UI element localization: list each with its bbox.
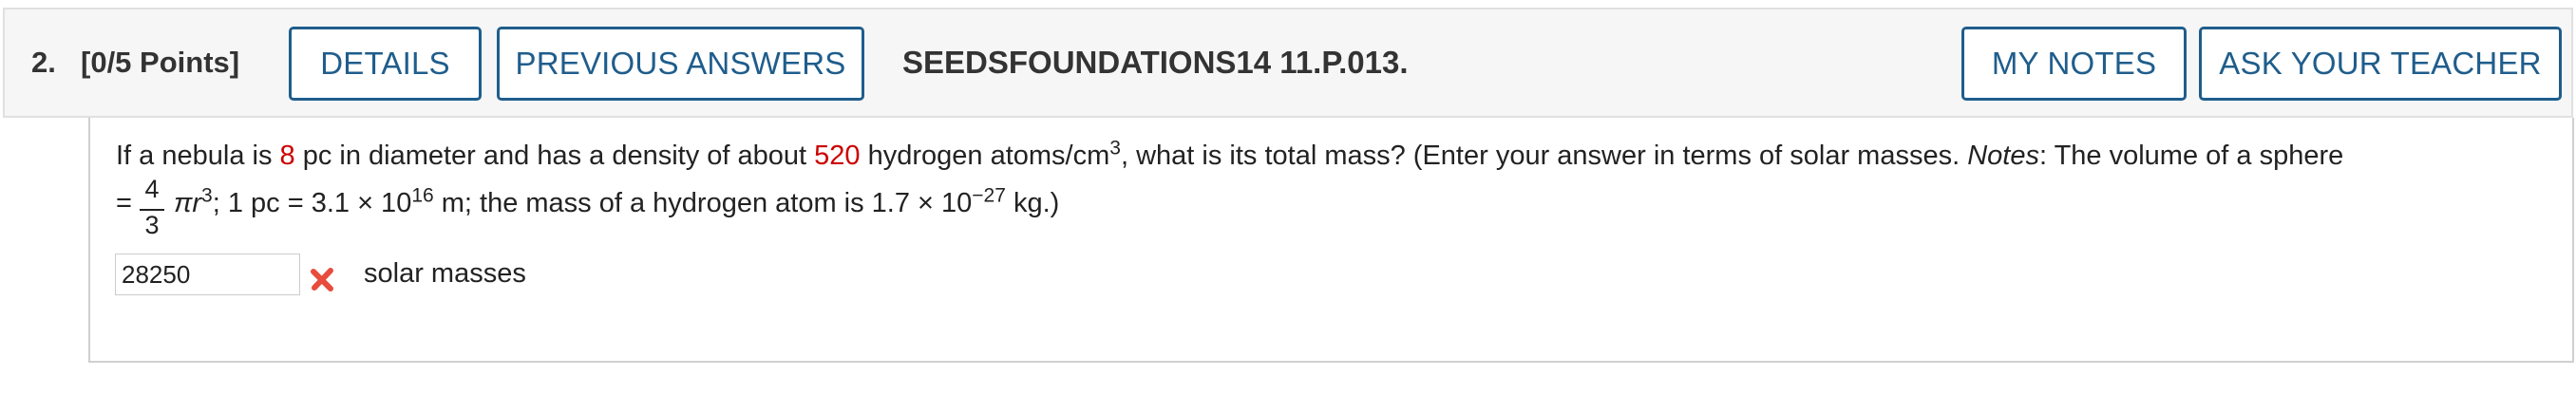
sphere-formula: πr [173, 188, 202, 218]
question-number: 2. [31, 46, 56, 79]
question-text-line-1: If a nebula is 8 pc in diameter and has … [116, 137, 2344, 171]
density-value: 520 [814, 141, 861, 171]
notes-label: Notes [1967, 141, 2039, 171]
question-code: SEEDSFOUNDATIONS14 11.P.013. [902, 45, 1409, 80]
diameter-value: 8 [279, 141, 295, 171]
details-button[interactable]: DETAILS [289, 27, 482, 101]
question-points: [0/5 Points] [81, 46, 240, 79]
question-header: 2. [0/5 Points] DETAILS PREVIOUS ANSWERS… [3, 8, 2573, 118]
answer-unit: solar masses [364, 258, 526, 289]
previous-answers-button[interactable]: PREVIOUS ANSWERS [497, 27, 864, 101]
my-notes-button[interactable]: MY NOTES [1961, 27, 2187, 101]
answer-input[interactable] [115, 254, 300, 295]
ask-teacher-button[interactable]: ASK YOUR TEACHER [2199, 27, 2562, 101]
question-text-line-2: = πr3; 1 pc = 3.1 × 1016 m; the mass of a… [116, 184, 1060, 218]
x-mark-icon [311, 268, 333, 292]
